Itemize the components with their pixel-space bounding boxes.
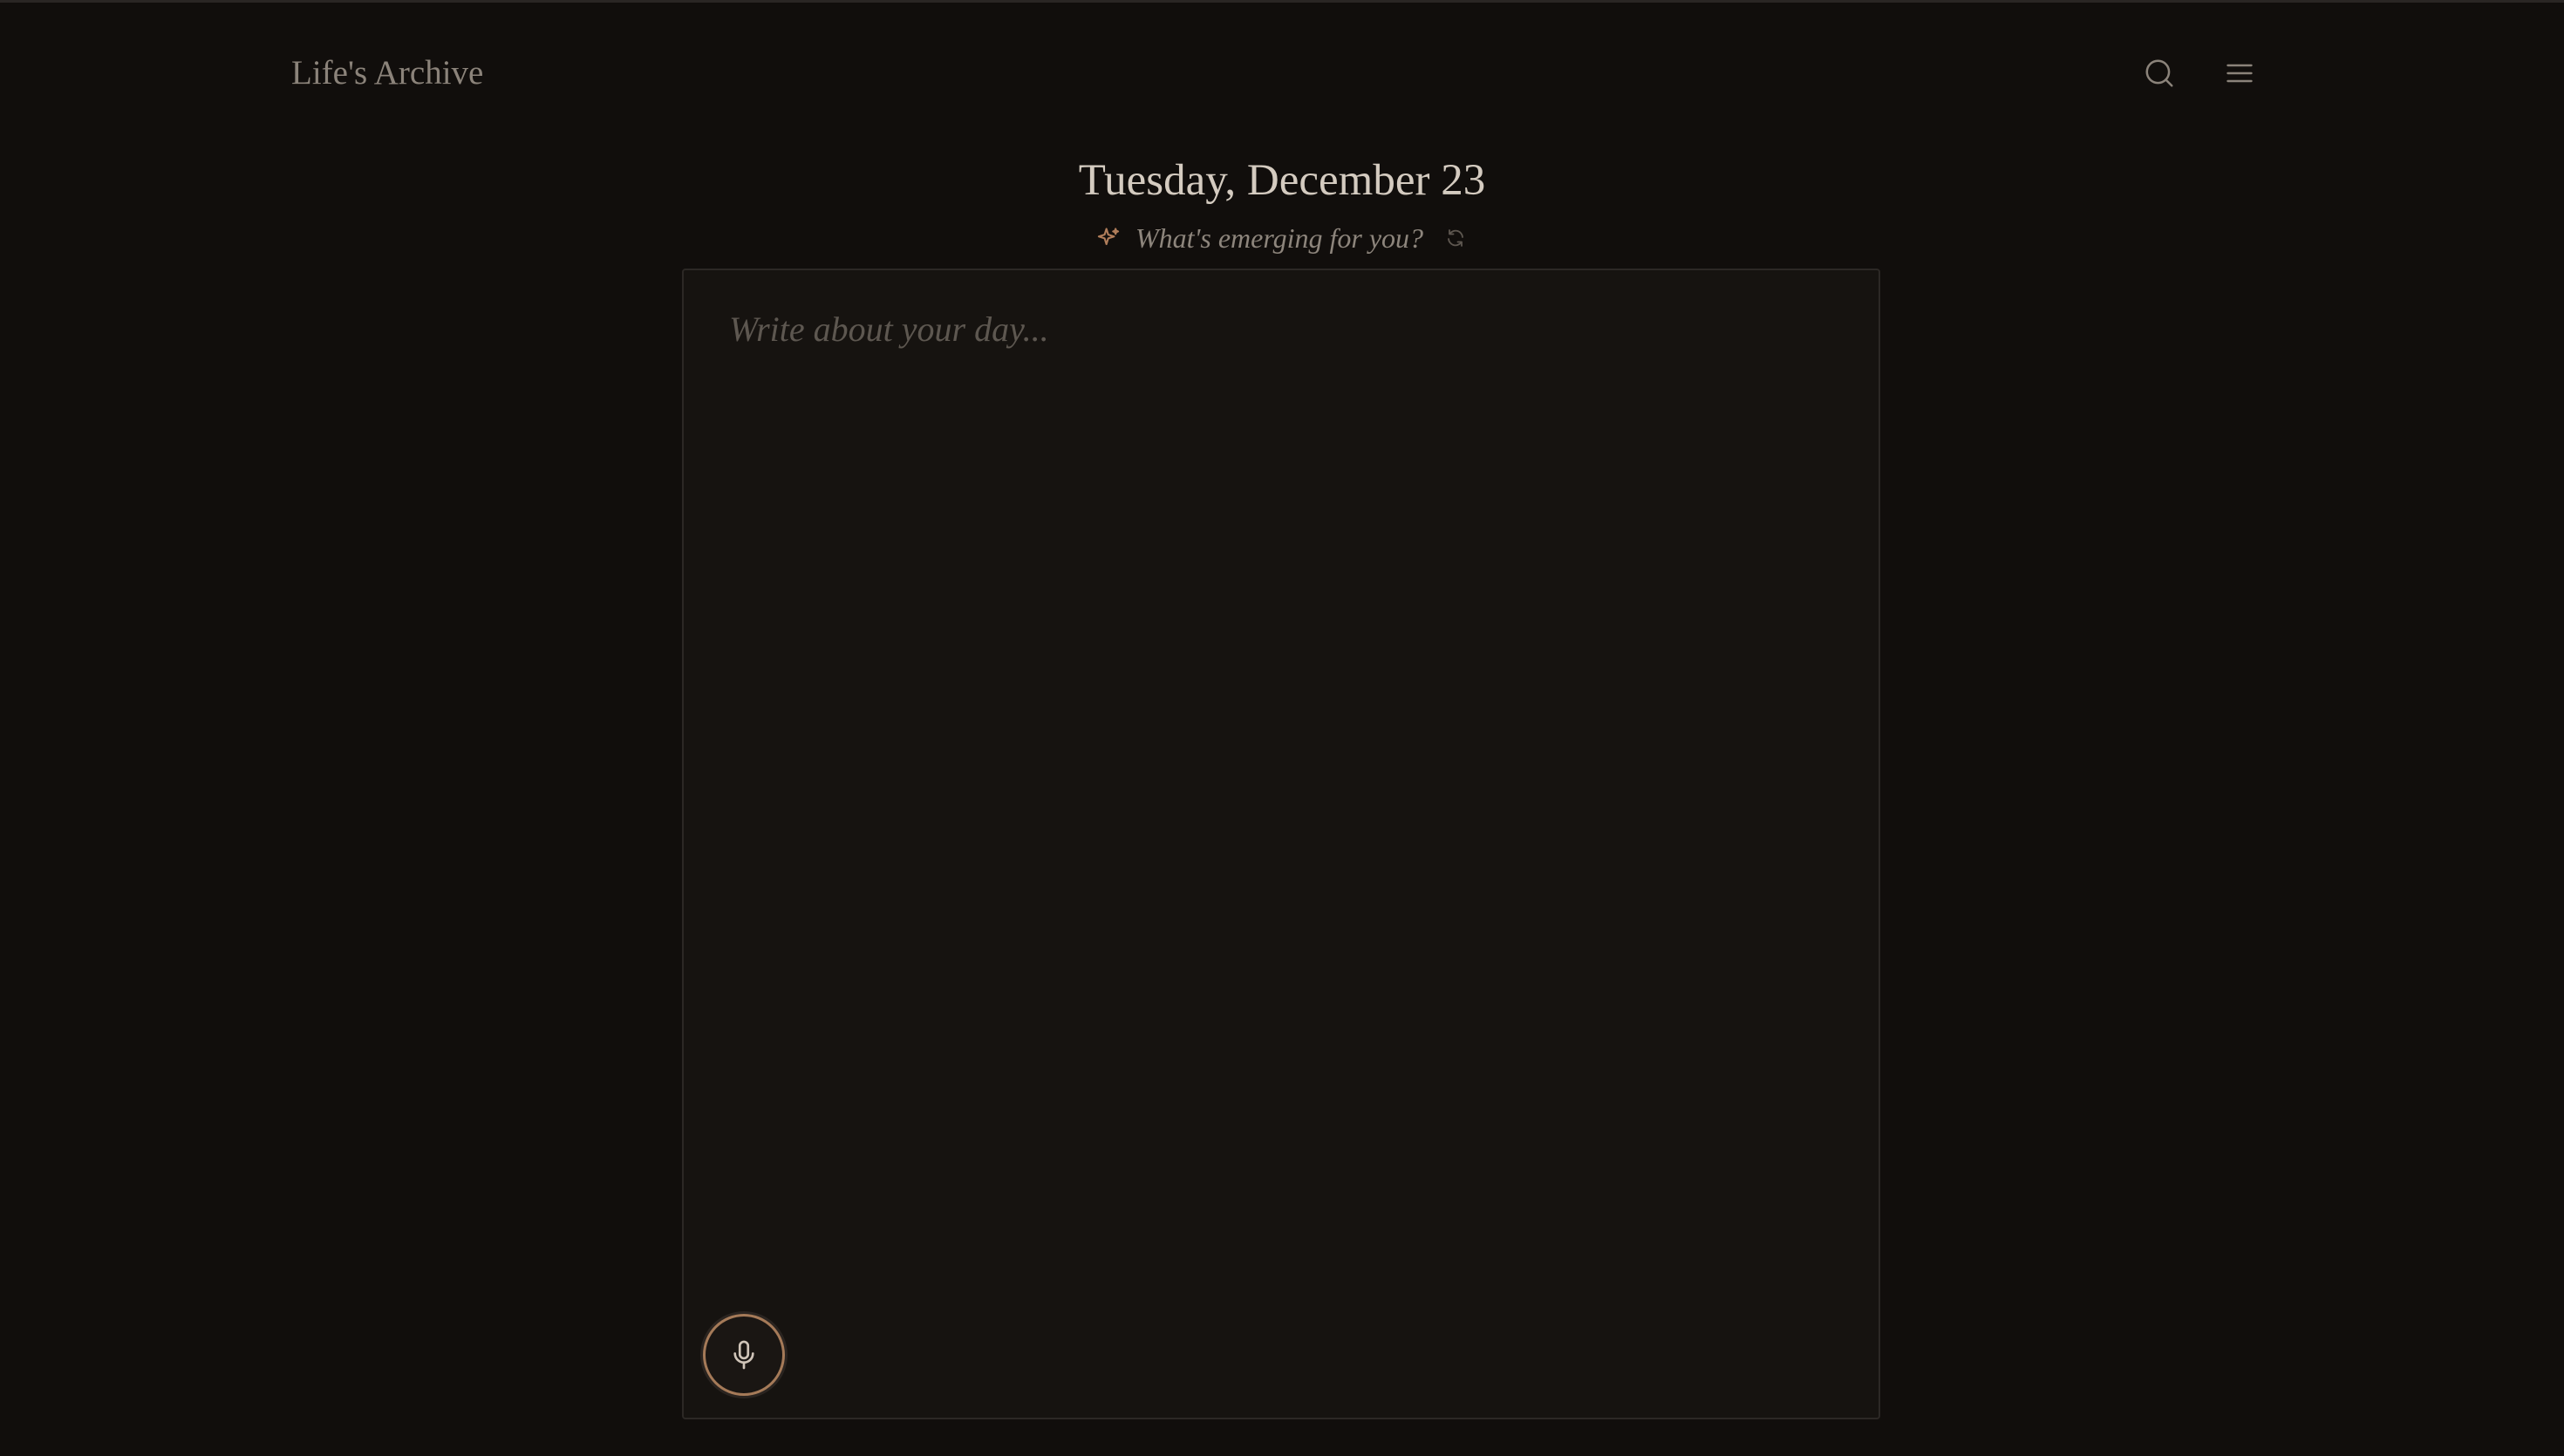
voice-record-button[interactable] (703, 1314, 785, 1396)
writing-prompt: What's emerging for you? (0, 216, 2564, 260)
prompt-text: What's emerging for you? (1135, 221, 1424, 254)
refresh-icon (1448, 229, 1463, 247)
entry-date: Tuesday, December 23 (1078, 156, 1486, 205)
search-button[interactable] (2133, 47, 2186, 99)
menu-icon (2226, 64, 2253, 83)
journal-entry-input[interactable] (684, 270, 1879, 1418)
top-border (0, 0, 2564, 3)
app-title[interactable]: Life's Archive (291, 51, 483, 96)
menu-button[interactable] (2213, 47, 2266, 99)
microphone-icon (733, 1340, 754, 1370)
refresh-prompt-button[interactable] (1442, 225, 1469, 251)
sparkle-icon (1095, 225, 1122, 251)
search-icon (2145, 59, 2173, 87)
journal-editor (682, 269, 1880, 1419)
